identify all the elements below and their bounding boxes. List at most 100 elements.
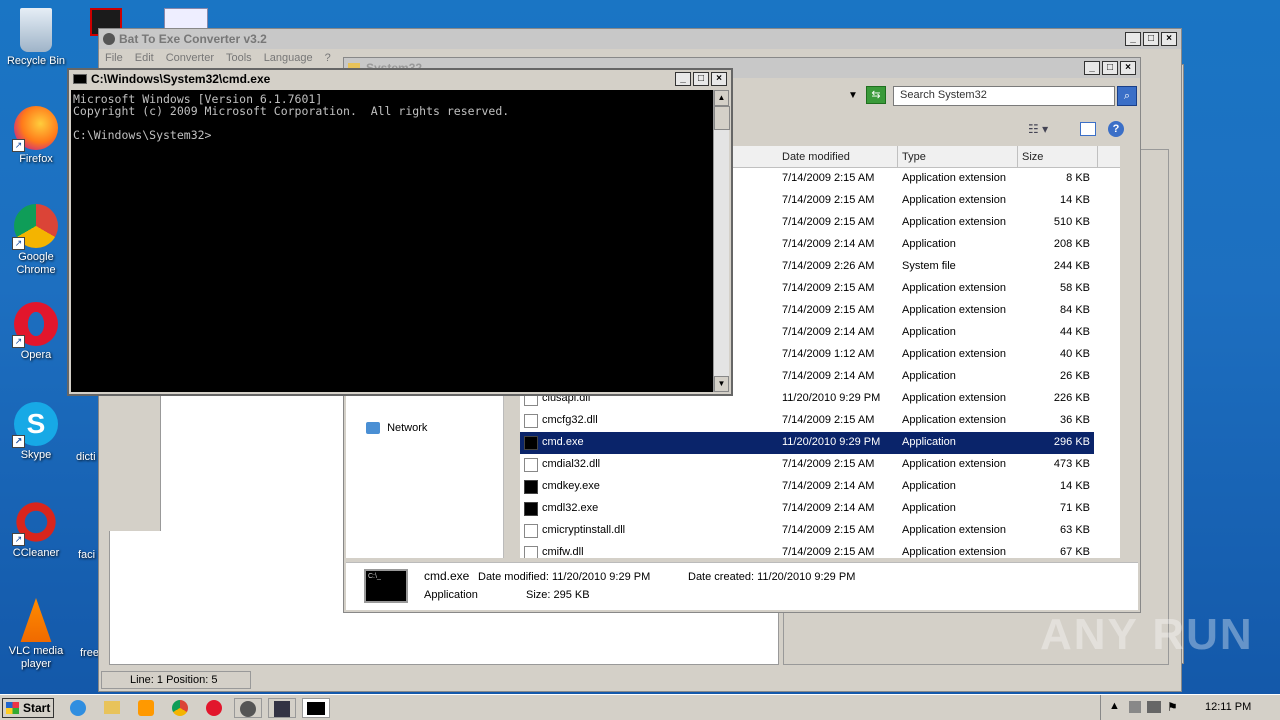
close-button[interactable]: ×	[711, 72, 727, 86]
network-icon[interactable]	[1147, 701, 1161, 713]
desktop-icon-skype[interactable]: S ↗ Skype	[0, 402, 72, 462]
shortcut-arrow-icon: ↗	[12, 139, 25, 152]
chrome-icon: ↗	[12, 204, 58, 250]
file-size: 58 KB	[1060, 282, 1090, 294]
desktop-icon-top-3[interactable]	[164, 8, 208, 30]
scroll-up-button[interactable]: ▲	[714, 90, 729, 106]
table-row[interactable]: cmdial32.dll 7/14/2009 2:15 AM Application…	[520, 454, 1094, 476]
watermark-text: ANY RUN	[1040, 610, 1254, 659]
tray-expand-icon[interactable]: ▲	[1109, 700, 1120, 712]
desktop-icon-recycle-bin[interactable]: Recycle Bin	[0, 8, 72, 68]
bat-converter-titlebar[interactable]: Bat To Exe Converter v3.2 _ □ ×	[99, 29, 1181, 49]
start-button[interactable]: Start	[2, 698, 54, 718]
minimize-button[interactable]: _	[1084, 61, 1100, 75]
taskbar-ie-icon[interactable]	[64, 698, 92, 718]
table-row[interactable]: cmd.exe 11/20/2010 9:29 PM Application 296 …	[520, 432, 1094, 454]
table-row[interactable]: cmdkey.exe 7/14/2009 2:14 AM Application 14…	[520, 476, 1094, 498]
file-name: cmdl32.exe	[542, 502, 599, 514]
file-date: 7/14/2009 2:15 AM	[782, 194, 875, 206]
maximize-button[interactable]: □	[1143, 32, 1159, 46]
cmd-console[interactable]: Microsoft Windows [Version 6.1.7601] Cop…	[71, 90, 713, 392]
file-date: 7/14/2009 2:15 AM	[782, 304, 875, 316]
file-type: Application	[902, 502, 956, 514]
file-date: 7/14/2009 2:14 AM	[782, 238, 875, 250]
taskbar-app-icon[interactable]	[234, 698, 262, 718]
nav-item-network[interactable]: Network	[366, 422, 428, 435]
file-date: 7/14/2009 2:26 AM	[782, 260, 875, 272]
tray-app-icon[interactable]	[1129, 701, 1141, 713]
start-label: Start	[23, 701, 51, 715]
close-button[interactable]: ×	[1161, 32, 1177, 46]
column-header-type[interactable]: Type	[898, 146, 1018, 168]
desktop-icon-label: CCleaner	[12, 547, 60, 559]
taskbar-opera-icon[interactable]	[200, 698, 228, 718]
file-type: Application	[902, 326, 956, 338]
close-button[interactable]: ×	[1120, 61, 1136, 75]
table-row[interactable]: cmifw.dll 7/14/2009 2:15 AM Application ex…	[520, 542, 1094, 558]
desktop-icon-label: Opera	[20, 349, 52, 361]
menu-file[interactable]: File	[105, 52, 123, 64]
file-date: 7/14/2009 2:15 AM	[782, 414, 875, 426]
file-size: 36 KB	[1060, 414, 1090, 426]
desktop-icon-vlc[interactable]: VLC media player	[0, 598, 72, 671]
file-size: 296 KB	[1053, 436, 1090, 448]
table-row[interactable]: cmcfg32.dll 7/14/2009 2:15 AM Application …	[520, 410, 1094, 432]
maximize-button[interactable]: □	[1102, 61, 1118, 75]
refresh-icon[interactable]: ⇆	[866, 86, 886, 104]
file-type: System file	[902, 260, 956, 272]
watermark: ANY RUN	[1040, 610, 1254, 660]
file-type: Application extension	[902, 524, 1006, 536]
shortcut-arrow-icon: ↗	[12, 533, 25, 546]
taskbar-chrome-icon[interactable]	[166, 698, 194, 718]
desktop-icon-label: VLC media player	[8, 645, 64, 670]
minimize-button[interactable]: _	[675, 72, 691, 86]
skype-icon: S ↗	[12, 402, 58, 448]
view-options-icon[interactable]: ☷ ▾	[1028, 122, 1048, 136]
ie-icon	[70, 700, 86, 716]
shortcut-arrow-icon: ↗	[12, 335, 25, 348]
flag-icon[interactable]: ⚑	[1167, 700, 1178, 714]
desktop-icon-firefox[interactable]: ↗ Firefox	[0, 106, 72, 166]
table-row[interactable]: cmicryptinstall.dll 7/14/2009 2:15 AM Appl…	[520, 520, 1094, 542]
cmd-titlebar[interactable]: C:\Windows\System32\cmd.exe _ □ ×	[69, 70, 731, 88]
address-dropdown-icon[interactable]: ▼	[848, 90, 858, 101]
opera-icon: ↗	[12, 302, 58, 348]
column-header-size[interactable]: Size	[1018, 146, 1098, 168]
nav-item-label: Network	[387, 422, 428, 434]
taskbar-cmd-icon[interactable]	[302, 698, 330, 718]
desktop-icon-chrome[interactable]: ↗ Google Chrome	[0, 204, 72, 277]
search-input[interactable]: Search System32	[893, 86, 1115, 106]
file-size: 14 KB	[1060, 480, 1090, 492]
scroll-down-button[interactable]: ▼	[714, 376, 729, 392]
table-row[interactable]: cmdl32.exe 7/14/2009 2:14 AM Application 71…	[520, 498, 1094, 520]
desktop-icon-opera[interactable]: ↗ Opera	[0, 302, 72, 362]
folder-icon	[104, 701, 120, 714]
preview-pane-icon[interactable]	[1080, 122, 1096, 136]
desktop-icon-ccleaner[interactable]: ↗ CCleaner	[0, 500, 72, 560]
column-header-date-modified[interactable]: Date modified	[778, 146, 898, 168]
cmd-window[interactable]: C:\Windows\System32\cmd.exe _ □ × Micros…	[67, 68, 733, 396]
file-size: 14 KB	[1060, 194, 1090, 206]
gear-icon	[240, 701, 256, 717]
taskbar-explorer-icon[interactable]	[98, 698, 126, 718]
menu-language[interactable]: Language	[264, 52, 313, 64]
search-icon[interactable]: ⌕	[1117, 86, 1137, 106]
details-date-created: Date created: 11/20/2010 9:29 PM	[688, 571, 856, 583]
help-icon[interactable]: ?	[1108, 121, 1124, 137]
file-name: cmicryptinstall.dll	[542, 524, 626, 536]
details-date-modified: Date modified: 11/20/2010 9:29 PM	[478, 571, 651, 583]
menu-tools[interactable]: Tools	[226, 52, 252, 64]
minimize-button[interactable]: _	[1125, 32, 1141, 46]
taskbar-app-icon[interactable]	[268, 698, 296, 718]
scroll-thumb[interactable]	[714, 106, 730, 130]
bat-left-panel	[109, 393, 161, 531]
file-size: 473 KB	[1053, 458, 1090, 470]
taskbar-media-icon[interactable]	[132, 698, 160, 718]
cmd-scrollbar[interactable]: ▲ ▼	[713, 90, 730, 392]
menu-converter[interactable]: Converter	[166, 52, 214, 64]
maximize-button[interactable]: □	[693, 72, 709, 86]
menu-help[interactable]: ?	[325, 52, 331, 64]
file-type: Application	[902, 480, 956, 492]
clock[interactable]: 12:11 PM	[1205, 701, 1251, 713]
menu-edit[interactable]: Edit	[135, 52, 154, 64]
